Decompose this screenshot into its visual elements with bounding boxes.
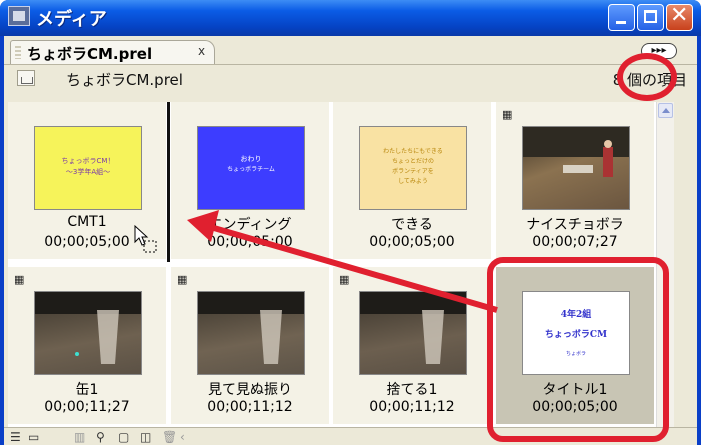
svg-text:ちょっボラチーム: ちょっボラチーム <box>227 165 275 173</box>
thumbnail <box>522 126 630 210</box>
title-bar[interactable]: メディア ✕ <box>0 0 701 36</box>
media-item-nice-choboro[interactable]: ▦ ナイスチョボラ 00;00;07;27 <box>496 102 654 259</box>
title-thumbnail-graphic: わたしたちにもできる ちょっとだけの ボランティアを してみよう <box>383 148 443 185</box>
item-duration: 00;00;11;12 <box>369 399 455 415</box>
insertion-marker <box>167 102 170 262</box>
item-duration: 00;00;07;27 <box>532 234 618 250</box>
scroll-left-icon[interactable]: ‹ <box>180 430 185 444</box>
svg-text:おわり: おわり <box>241 155 262 163</box>
item-duration: 00;00;11;27 <box>44 399 130 415</box>
new-item-icon[interactable]: ◫ <box>140 430 151 444</box>
film-clip-icon: ▦ <box>502 108 513 121</box>
window-title: メディア <box>36 9 107 30</box>
video-thumbnail-graphic <box>35 292 141 364</box>
app-icon <box>8 6 30 26</box>
info-bar: ちょボラCM.prel 8 個の項目 <box>4 65 697 91</box>
tab-label: ちょボラCM.prel <box>27 45 153 63</box>
media-window: メディア ✕ ちょボラCM.prel x ▸▸▸ ちょボラCM.prel 8 個… <box>0 0 701 445</box>
minimize-button[interactable] <box>608 4 635 31</box>
selected-item-highlight <box>487 257 669 442</box>
icon-view-icon[interactable]: ▭ <box>28 430 39 444</box>
drag-arrow-icon <box>187 210 498 313</box>
find-icon[interactable]: ⚲ <box>96 430 105 444</box>
project-name: ちょボラCM.prel <box>66 71 183 89</box>
item-name: 捨てる1 <box>386 382 438 398</box>
film-clip-icon: ▦ <box>14 273 25 286</box>
svg-text:ちょっボラCM！: ちょっボラCM！ <box>62 157 115 165</box>
automate-sequence-icon[interactable]: ▥ <box>74 430 85 444</box>
video-thumbnail-graphic <box>523 127 629 177</box>
thumbnail <box>34 291 142 375</box>
media-item-cmt1[interactable]: ちょっボラCM！ ～3学年A組～ CMT1 00;00;05;00 <box>8 102 166 259</box>
item-name: ナイスチョボラ <box>526 217 624 233</box>
minimize-icon <box>616 21 626 24</box>
item-duration: 00;00;11;12 <box>207 399 293 415</box>
svg-text:してみよう: してみよう <box>398 178 428 185</box>
mouse-cursor-icon <box>134 224 157 253</box>
close-icon: ✕ <box>670 3 689 28</box>
tab-project[interactable]: ちょボラCM.prel x <box>10 40 215 64</box>
maximize-icon <box>644 10 657 23</box>
trash-icon[interactable]: 🗑 <box>162 430 177 444</box>
maximize-button[interactable] <box>637 4 664 31</box>
new-bin-icon[interactable]: ▢ <box>118 430 129 444</box>
grip-icon[interactable] <box>15 46 21 59</box>
thumbnail: わたしたちにもできる ちょっとだけの ボランティアを してみよう <box>359 126 467 210</box>
tab-close-icon[interactable]: x <box>198 44 205 58</box>
item-name: 見て見ぬ振り <box>208 382 292 398</box>
thumbnail: おわり ちょっボラチーム <box>197 126 305 210</box>
title-thumbnail-graphic: ちょっボラCM！ ～3学年A組～ <box>62 157 115 176</box>
menu-button-highlight <box>617 53 677 101</box>
close-button[interactable]: ✕ <box>666 3 693 31</box>
thumbnail: ちょっボラCM！ ～3学年A組～ <box>34 126 142 210</box>
item-name: 缶1 <box>75 382 99 398</box>
svg-text:ボランティアを: ボランティアを <box>392 167 434 175</box>
title-thumbnail-graphic: おわり ちょっボラチーム <box>227 155 275 173</box>
tab-strip: ちょボラCM.prel x ▸▸▸ <box>4 36 697 65</box>
svg-text:～3学年A組～: ～3学年A組～ <box>66 167 110 176</box>
list-view-icon[interactable]: ☰ <box>10 430 21 444</box>
media-item-can1[interactable]: ▦ 缶1 00;00;11;27 <box>8 267 166 424</box>
svg-text:わたしたちにもできる: わたしたちにもできる <box>383 148 443 155</box>
scroll-up-icon[interactable] <box>658 103 673 118</box>
parent-folder-icon[interactable] <box>17 70 35 86</box>
svg-text:ちょっとだけの: ちょっとだけの <box>392 158 434 165</box>
